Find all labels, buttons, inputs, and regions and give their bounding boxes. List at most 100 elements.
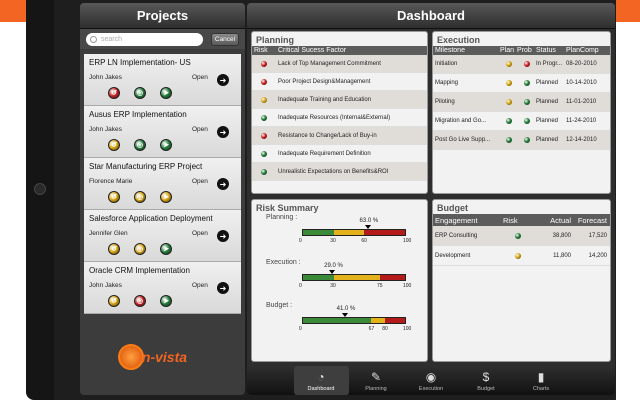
gauge-tick: 0 [299, 283, 302, 289]
budget-risk-cell [503, 252, 533, 259]
risk-dot [261, 150, 267, 157]
dashboard-title: Dashboard [247, 3, 615, 29]
planning-factor: Inadequate Requirement Definition [278, 150, 371, 157]
bottom-tab-bar: ◔ Dashboard ✎ Planning ◉ Execution $ Budget ▮ Cha… [247, 366, 615, 395]
gauge-segment [303, 318, 372, 323]
planning-factor: Unrealistic Expectations on Benefits&ROI [278, 168, 389, 175]
planning-factor: Lack of Top Management Commitment [278, 60, 381, 67]
invista-logo: In-vista [118, 341, 208, 373]
planning-status-icon: ↺ [108, 139, 120, 151]
project-name: Salesforce Application Deployment [89, 214, 213, 223]
execution-milestone: Piloting [435, 99, 455, 105]
bar-chart-icon: ▮ [537, 369, 545, 384]
budget-row: Development 11,800 14,200 [433, 246, 610, 266]
execution-status-icon: ◎ [134, 295, 146, 307]
arrow-right-icon[interactable]: ➜ [217, 282, 229, 294]
gauge-segment [303, 275, 334, 280]
budget-rows: ERP Consulting 38,800 17,520 Development 11,… [433, 226, 610, 266]
execution-prob-cell [517, 61, 536, 67]
project-row[interactable]: Star Manufacturing ERP Project Florence M… [84, 158, 241, 210]
execution-icon: ◉ [425, 369, 437, 384]
planning-status-icon: ↺ [108, 87, 120, 99]
tab-label: Charts [532, 385, 550, 392]
gauge-tick: 75 [377, 283, 383, 289]
risk-summary-card: Risk Summary Planning : 63.0 % 0 30 60 100 Exe… [251, 199, 428, 362]
budget-title: Budget [437, 203, 468, 213]
gauge-tick: 67 [368, 326, 375, 332]
tab-charts[interactable]: ▮ Charts [514, 366, 569, 395]
budget-forecast: 14,200 [588, 252, 607, 259]
execution-milestone: Initiation [435, 61, 458, 67]
tab-dashboard[interactable]: ◔ Dashboard [293, 366, 349, 395]
budget-col-actual: Actual [550, 215, 571, 225]
risk-dot [261, 168, 267, 175]
project-row[interactable]: ERP LN Implementation- US John Jakes Open ➜… [84, 54, 241, 106]
project-manager: Jennifer Glen [89, 230, 128, 237]
plan-dot [505, 137, 512, 143]
gauge-bar [302, 274, 406, 281]
project-list: ERP LN Implementation- US John Jakes Open ➜… [84, 54, 241, 314]
execution-status: Planned [536, 118, 559, 124]
execution-row: Mapping Planned 10-14-2010 [433, 74, 610, 93]
gauge-segment [371, 318, 385, 323]
prob-dot [523, 99, 530, 105]
project-row[interactable]: Ausus ERP Implementation John Jakes Open ➜ ↺… [84, 106, 241, 158]
planning-row: Inadequate Training and Education [252, 91, 427, 109]
tab-budget[interactable]: $ Budget [459, 366, 514, 395]
project-manager: John Jakes [89, 282, 122, 289]
project-manager: John Jakes [89, 74, 122, 81]
budget-status-icon: ➤ [160, 295, 172, 307]
gauge-label: Execution : [266, 259, 301, 266]
execution-date: 08-20-2010 [566, 61, 597, 67]
tab-execution[interactable]: ◉ Execution [404, 366, 459, 395]
risk-dot [261, 132, 267, 139]
arrow-right-icon[interactable]: ➜ [217, 126, 229, 138]
planning-status-icon: ↺ [108, 295, 120, 307]
planning-title: Planning [256, 35, 294, 45]
tab-planning[interactable]: ✎ Planning [349, 366, 404, 395]
project-name: Ausus ERP Implementation [89, 110, 187, 119]
arrow-right-icon[interactable]: ➜ [217, 178, 229, 190]
tablet-screen: Projects search Cancel ERP LN Implementa… [54, 0, 616, 400]
execution-plan-cell [500, 80, 517, 86]
gauge-tick: 30 [330, 238, 336, 244]
arrow-right-icon[interactable]: ➜ [217, 230, 229, 242]
gauge-segment [364, 230, 405, 235]
project-status: Open [192, 230, 208, 237]
execution-col-plan: Plan [500, 47, 515, 54]
logo-text: In-vista [138, 349, 188, 365]
camera-icon [34, 183, 46, 195]
gauge-segment [379, 275, 405, 280]
budget-row: ERP Consulting 38,800 17,520 [433, 226, 610, 246]
gauge-tick: 100 [403, 283, 412, 289]
project-manager: Florence Marie [89, 178, 133, 185]
execution-status: Planned [536, 99, 559, 105]
budget-status-icon: ➤ [160, 87, 172, 99]
search-input[interactable]: search [86, 32, 203, 46]
execution-plan-cell [500, 61, 517, 67]
project-row[interactable]: Salesforce Application Deployment Jennife… [84, 210, 241, 262]
risk-dot [261, 60, 267, 67]
planning-icon: ✎ [370, 369, 382, 384]
project-status-dots: ↺ ◎ ➤ [108, 295, 172, 307]
execution-card: Execution Milestone Plan Prob Status Pla… [432, 31, 611, 194]
project-manager: John Jakes [89, 126, 122, 133]
project-row[interactable]: Oracle CRM Implementation John Jakes Open ➜… [84, 262, 241, 314]
risk-dot [261, 78, 267, 85]
gauge-bar [302, 229, 406, 236]
arrow-right-icon[interactable]: ➜ [217, 74, 229, 86]
gauge-label: Planning : [266, 214, 298, 221]
risk-dot [515, 252, 521, 259]
gauge-segment [384, 318, 405, 323]
projects-panel: Projects search Cancel ERP LN Implementa… [80, 3, 245, 395]
planning-row: Poor Project Design&Management [252, 73, 427, 91]
execution-plan-cell [500, 137, 517, 143]
execution-milestone: Post Go Live Supp... [435, 137, 491, 143]
execution-col-plancomp: PlanComp [566, 47, 599, 54]
project-status-dots: ↺ ◎ ➤ [108, 191, 172, 203]
tab-label: Execution [418, 385, 444, 392]
search-bar: search Cancel [80, 29, 245, 49]
cancel-button[interactable]: Cancel [211, 32, 239, 46]
planning-risk-cell [252, 132, 278, 139]
execution-row: Migration and Go... Planned 11-24-2010 [433, 112, 610, 131]
